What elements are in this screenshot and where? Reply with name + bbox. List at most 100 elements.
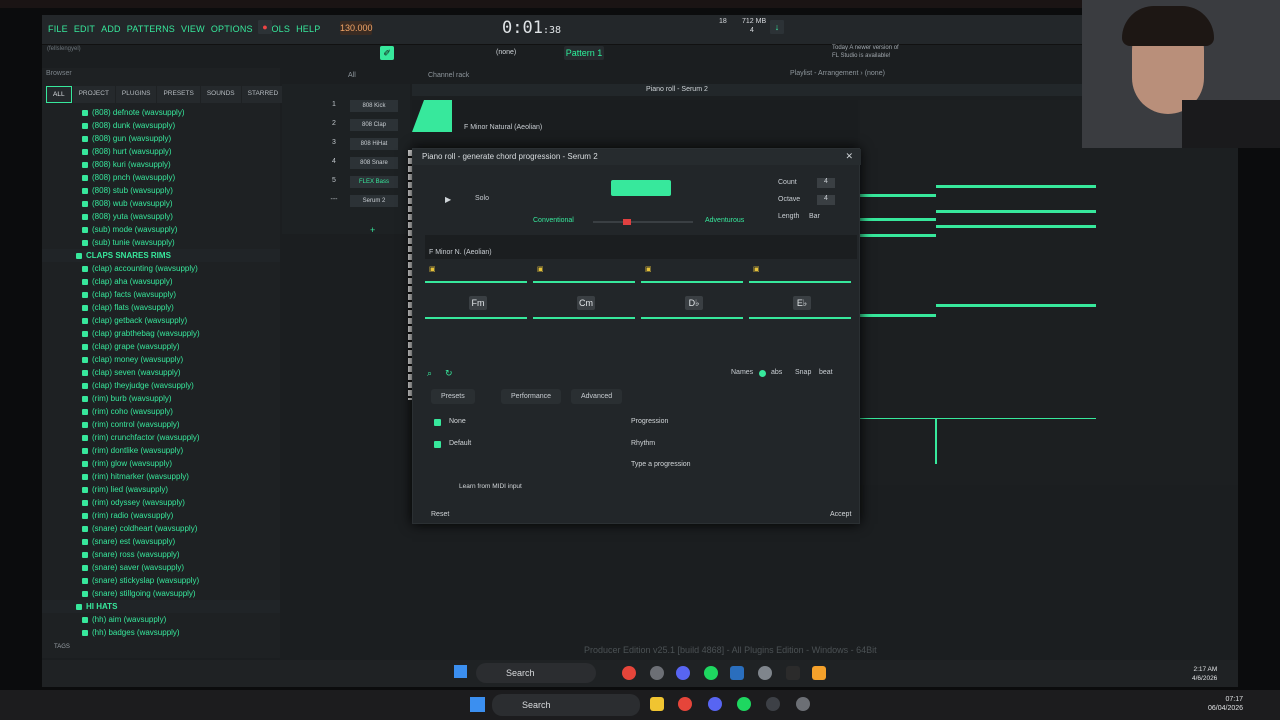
close-icon[interactable]: ✕ <box>845 151 853 162</box>
octave-value[interactable]: 4 <box>817 195 835 205</box>
zoom-icon[interactable]: ⌕ <box>427 368 432 379</box>
list-item[interactable]: (rim) radio (wavsupply) <box>42 509 280 522</box>
list-item[interactable]: (rim) dontlike (wavsupply) <box>42 444 280 457</box>
fl-studio-icon[interactable] <box>812 666 826 680</box>
browser-tab-all[interactable]: ALL <box>46 86 72 103</box>
list-item[interactable]: (sub) tunie (wavsupply) <box>42 236 280 249</box>
list-item[interactable]: (clap) money (wavsupply) <box>42 353 280 366</box>
app-icon[interactable] <box>650 666 664 680</box>
preset-none[interactable]: None <box>449 418 466 425</box>
refresh-icon[interactable]: ↻ <box>445 368 453 379</box>
chord-block[interactable]: E♭ ▣ <box>749 263 851 353</box>
type-progression-input[interactable]: Type a progression <box>631 461 691 468</box>
news-panel[interactable]: Today A newer version of FL Studio is av… <box>832 44 899 60</box>
list-item[interactable]: (clap) flats (wavsupply) <box>42 301 280 314</box>
list-item[interactable]: (snare) stillgoing (wavsupply) <box>42 587 280 600</box>
windows-icon[interactable] <box>470 697 485 712</box>
list-item[interactable]: (snare) est (wavsupply) <box>42 535 280 548</box>
list-item[interactable]: (rim) control (wavsupply) <box>42 418 280 431</box>
list-item[interactable]: (rim) hitmarker (wavsupply) <box>42 470 280 483</box>
solo-toggle[interactable]: Solo <box>475 195 489 202</box>
channel-row[interactable]: 5 FLEX Bass <box>282 174 410 192</box>
add-channel-icon[interactable]: + <box>370 225 375 235</box>
names-toggle[interactable] <box>759 370 766 377</box>
dialog-tab-performance[interactable]: Performance <box>501 389 562 404</box>
dialog-tab-presets[interactable]: Presets <box>431 389 475 404</box>
generate-button[interactable] <box>611 180 671 196</box>
list-item[interactable]: (808) stub (wavsupply) <box>42 184 280 197</box>
list-item[interactable]: (rim) odyssey (wavsupply) <box>42 496 280 509</box>
app-icon[interactable] <box>796 697 810 711</box>
steam-icon[interactable] <box>730 666 744 680</box>
channel-name-button[interactable]: 808 HiHat <box>350 138 398 150</box>
list-item[interactable]: (hh) aim (wavsupply) <box>42 613 280 626</box>
snap-value[interactable]: beat <box>819 369 833 376</box>
channel-row[interactable]: 2 808 Clap <box>282 117 410 135</box>
playhead[interactable] <box>935 418 937 464</box>
channel-row[interactable]: 1 808 Kick <box>282 98 410 116</box>
tempo-display[interactable]: 130.000 <box>340 21 373 35</box>
chrome-icon[interactable] <box>622 666 636 680</box>
list-item[interactable]: (rim) crunchfactor (wavsupply) <box>42 431 280 444</box>
menu-item-file[interactable]: FILE <box>48 24 68 34</box>
randomness-handle[interactable] <box>623 219 631 225</box>
list-item[interactable]: (rim) burb (wavsupply) <box>42 392 280 405</box>
menu-item-edit[interactable]: EDIT <box>74 24 95 34</box>
preset-checkbox[interactable] <box>434 419 441 426</box>
randomness-slider[interactable] <box>593 221 693 223</box>
count-value[interactable]: 4 <box>817 178 835 188</box>
channel-name-button[interactable]: 808 Kick <box>350 100 398 112</box>
discord-icon[interactable] <box>708 697 722 711</box>
browser-tab-plugins[interactable]: PLUGINS <box>115 86 157 103</box>
brush-icon[interactable]: ✐ <box>380 46 394 60</box>
channel-row[interactable]: --- Serum 2 <box>282 193 410 211</box>
folder-item[interactable]: HI HATS <box>42 600 280 613</box>
menu-item-add[interactable]: ADD <box>101 24 121 34</box>
list-item[interactable]: (808) yuta (wavsupply) <box>42 210 280 223</box>
list-item[interactable]: (808) hurt (wavsupply) <box>42 145 280 158</box>
channel-row[interactable]: 4 808 Snare <box>282 155 410 173</box>
list-item[interactable]: (clap) seven (wavsupply) <box>42 366 280 379</box>
list-item[interactable]: (snare) stickyslap (wavsupply) <box>42 574 280 587</box>
settings-icon[interactable] <box>758 666 772 680</box>
spotify-icon[interactable] <box>737 697 751 711</box>
accept-button[interactable]: Accept <box>830 511 851 518</box>
search-input[interactable]: Search <box>476 663 596 683</box>
list-item[interactable]: (clap) getback (wavsupply) <box>42 314 280 327</box>
learn-midi[interactable]: Learn from MIDI input <box>459 483 522 490</box>
windows-icon[interactable] <box>454 665 467 678</box>
chord-block[interactable]: Fm ▣ <box>425 263 527 353</box>
list-item[interactable]: (rim) glow (wavsupply) <box>42 457 280 470</box>
dialog-tab-advanced[interactable]: Advanced <box>571 389 623 404</box>
app-icon[interactable] <box>766 697 780 711</box>
terminal-icon[interactable] <box>786 666 800 680</box>
list-item[interactable]: (snare) saver (wavsupply) <box>42 561 280 574</box>
folder-icon[interactable] <box>650 697 664 711</box>
list-item[interactable]: (clap) facts (wavsupply) <box>42 288 280 301</box>
chrome-icon[interactable] <box>678 697 692 711</box>
lock-icon[interactable]: ▣ <box>753 265 760 273</box>
channel-name-button[interactable]: 808 Clap <box>350 119 398 131</box>
list-item[interactable]: (clap) grape (wavsupply) <box>42 340 280 353</box>
browser-tab-presets[interactable]: PRESETS <box>157 86 200 103</box>
menu-item-options[interactable]: OPTIONS <box>211 24 253 34</box>
list-item[interactable]: (808) wub (wavsupply) <box>42 197 280 210</box>
channel-row[interactable]: 3 808 HiHat <box>282 136 410 154</box>
lock-icon[interactable]: ▣ <box>645 265 652 273</box>
browser-tab-project[interactable]: PROJECT <box>72 86 115 103</box>
download-icon[interactable]: ↓ <box>770 20 784 34</box>
rhythm-checkbox[interactable] <box>434 441 441 448</box>
list-item[interactable]: (808) kuri (wavsupply) <box>42 158 280 171</box>
length-value[interactable]: Bar <box>809 213 820 220</box>
chord-block[interactable]: Cm ▣ <box>533 263 635 353</box>
lock-icon[interactable]: ▣ <box>537 265 544 273</box>
channel-name-button[interactable]: Serum 2 <box>350 195 398 207</box>
menu-item-view[interactable]: VIEW <box>181 24 205 34</box>
list-item[interactable]: (clap) theyjudge (wavsupply) <box>42 379 280 392</box>
list-item[interactable]: (clap) aha (wavsupply) <box>42 275 280 288</box>
list-item[interactable]: (808) defnote (wavsupply) <box>42 106 280 119</box>
list-item[interactable]: (rim) coho (wavsupply) <box>42 405 280 418</box>
play-icon[interactable]: ▶ <box>445 195 451 204</box>
spotify-icon[interactable] <box>704 666 718 680</box>
pattern-selector[interactable]: Pattern 1 <box>564 46 604 60</box>
